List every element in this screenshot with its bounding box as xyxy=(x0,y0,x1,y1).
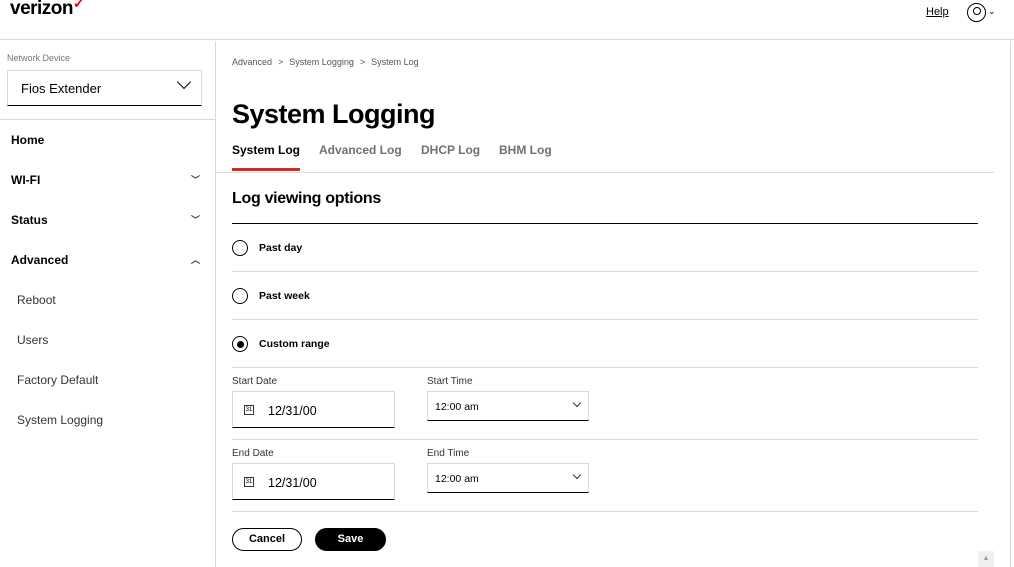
sidebar-item-label: Factory Default xyxy=(17,373,99,387)
radio-circle[interactable] xyxy=(232,288,248,304)
sidebar-item-label: Home xyxy=(11,133,45,147)
cancel-button[interactable]: Cancel xyxy=(232,528,302,551)
divider xyxy=(1010,41,1011,567)
breadcrumb: Advanced > System Logging > System Log xyxy=(232,57,425,67)
sidebar-item-wifi[interactable]: Wi-Fi ﹀ xyxy=(11,173,204,193)
divider xyxy=(232,223,978,224)
sidebar-item-label: Advanced xyxy=(11,253,69,267)
tab-system-log[interactable]: System Log xyxy=(232,143,301,171)
chevron-down-icon xyxy=(176,74,192,90)
chevron-down-icon: ﹀ xyxy=(190,175,200,185)
section-title: Log viewing options xyxy=(232,190,381,207)
sidebar-item-home[interactable]: Home xyxy=(11,133,204,153)
start-time-label: Start Time xyxy=(427,376,473,387)
radio-circle-selected[interactable] xyxy=(232,336,248,352)
start-date-input[interactable]: 31 12/31/00 xyxy=(232,391,395,428)
breadcrumb-separator: > xyxy=(278,57,284,67)
divider xyxy=(232,439,978,440)
radio-label: Custom range xyxy=(259,338,330,350)
sidebar-item-label: Reboot xyxy=(17,293,56,307)
tab-advanced-log[interactable]: Advanced Log xyxy=(319,143,402,157)
chevron-down-icon xyxy=(572,470,582,480)
help-link[interactable]: Help xyxy=(926,6,949,18)
tab-bhm-log[interactable]: BHM Log xyxy=(499,143,552,157)
sidebar-item-users[interactable]: Users xyxy=(17,333,207,353)
checkmark-icon: ✓ xyxy=(73,0,85,11)
calendar-icon[interactable]: 31 xyxy=(244,405,254,415)
breadcrumb-advanced[interactable]: Advanced xyxy=(232,57,272,67)
end-date-value: 12/31/00 xyxy=(268,476,317,490)
start-date-label: Start Date xyxy=(232,376,278,387)
network-device-value: Fios Extender xyxy=(21,81,102,96)
end-time-value: 12:00 am xyxy=(435,473,479,485)
divider xyxy=(232,319,978,320)
divider xyxy=(232,367,978,368)
start-date-value: 12/31/00 xyxy=(268,404,317,418)
sidebar-item-system-logging[interactable]: System Logging xyxy=(17,413,207,433)
page-title: System Logging xyxy=(232,99,436,129)
network-device-select[interactable]: Fios Extender xyxy=(7,70,202,106)
network-device-label: Network Device xyxy=(7,53,71,63)
end-date-input[interactable]: 31 12/31/00 xyxy=(232,463,395,500)
verizon-logo[interactable]: verizon✓ xyxy=(10,0,85,20)
end-time-label: End Time xyxy=(427,448,470,459)
end-time-select[interactable]: 12:00 am xyxy=(427,463,589,493)
sidebar-item-advanced[interactable]: Advanced ︿ xyxy=(11,253,204,273)
sidebar-item-label: Wi-Fi xyxy=(11,173,41,187)
sidebar-item-reboot[interactable]: Reboot xyxy=(17,293,207,313)
breadcrumb-system-logging[interactable]: System Logging xyxy=(289,57,354,67)
sidebar-item-label: Status xyxy=(11,213,48,227)
breadcrumb-separator: > xyxy=(359,57,366,67)
divider xyxy=(232,511,978,512)
chevron-up-icon: ︿ xyxy=(190,255,200,265)
sidebar-item-label: System Logging xyxy=(17,413,104,427)
calendar-icon[interactable]: 31 xyxy=(244,477,254,487)
divider xyxy=(0,119,215,120)
radio-circle[interactable] xyxy=(232,240,248,256)
sidebar: Network Device Fios Extender Home Wi-Fi ﹀… xyxy=(0,41,216,567)
chevron-down-icon[interactable]: ⌄ xyxy=(988,6,996,17)
end-date-label: End Date xyxy=(232,448,274,459)
logo-text: verizon xyxy=(10,0,74,19)
radio-label: Past week xyxy=(259,290,310,302)
divider xyxy=(232,271,978,272)
chevron-down-icon xyxy=(572,398,582,408)
save-button[interactable]: Save xyxy=(315,528,386,551)
radio-label: Past day xyxy=(259,242,303,254)
chevron-down-icon: ﹀ xyxy=(190,215,200,225)
start-time-value: 12:00 am xyxy=(435,401,479,413)
start-time-select[interactable]: 12:00 am xyxy=(427,391,589,421)
top-header: verizon✓ Help ⌄ xyxy=(0,0,1014,40)
breadcrumb-system-log: System Log xyxy=(371,57,419,67)
user-account-icon[interactable] xyxy=(967,3,986,22)
sidebar-item-status[interactable]: Status ﹀ xyxy=(11,213,204,233)
tab-dhcp-log[interactable]: DHCP Log xyxy=(421,143,480,157)
sidebar-item-factory-default[interactable]: Factory Default xyxy=(17,373,207,393)
sidebar-item-label: Users xyxy=(17,333,49,347)
divider xyxy=(216,172,994,173)
scroll-up-icon[interactable]: ▲ xyxy=(978,551,994,567)
